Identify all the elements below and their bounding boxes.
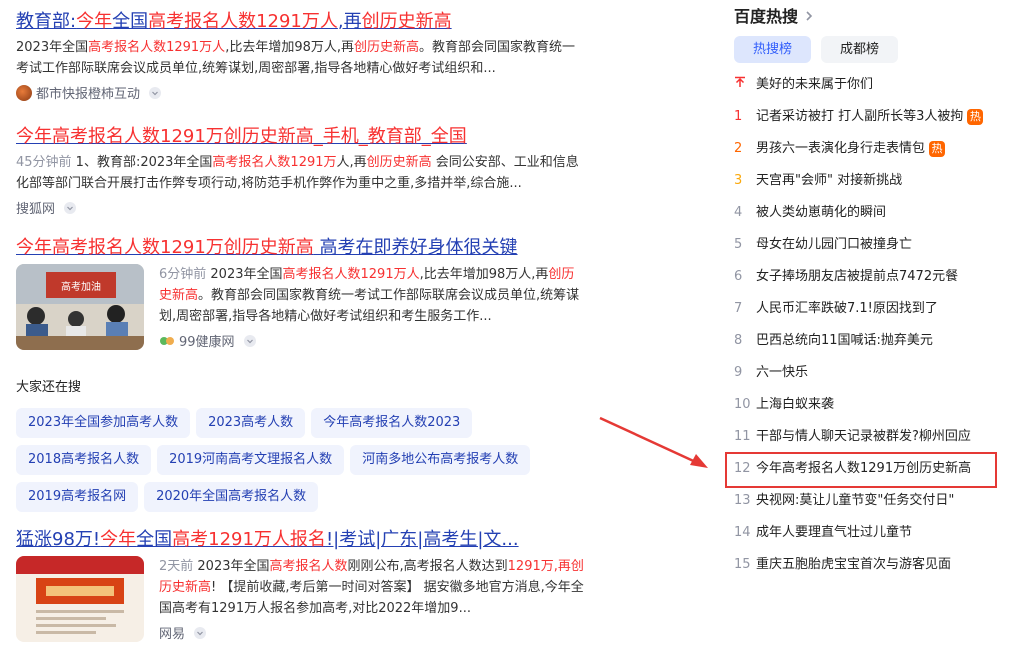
hot-item-text: 央视网:莫让儿童节变"任务交付日" xyxy=(756,493,955,508)
search-result-2: 今年高考报名人数1291万创历史新高_手机_教育部_全国 45分钟前 1、教育部… xyxy=(16,125,586,217)
health-logo-icon xyxy=(159,332,175,349)
hot-item-text: 巴西总统向11国喊话:抛弃美元 xyxy=(756,333,933,348)
rank-number: 9 xyxy=(734,365,743,380)
result-thumbnail[interactable]: 高考加油 xyxy=(16,264,144,350)
rank-number: 13 xyxy=(734,493,751,508)
hot-item[interactable]: 4 被人类幼崽萌化的瞬间 xyxy=(734,197,1014,229)
related-search-chip[interactable]: 2023高考人数 xyxy=(196,408,306,438)
result-title-link[interactable]: 今年高考报名人数1291万创历史新高_手机_教育部_全国 xyxy=(16,125,586,149)
result-source[interactable]: 99健康网 xyxy=(159,331,586,350)
rank-number: 14 xyxy=(734,525,751,540)
annotation-arrow-icon xyxy=(599,416,708,468)
hot-item-text: 六一快乐 xyxy=(756,365,809,380)
hot-item-text: 美好的未来属于你们 xyxy=(756,77,874,92)
result-thumbnail[interactable] xyxy=(16,556,144,642)
classroom-image: 高考加油 xyxy=(16,264,144,350)
source-name[interactable]: 网易 xyxy=(159,623,185,642)
rank-number: 8 xyxy=(734,333,743,348)
hot-search-panel: 百度热搜 热搜榜 成都榜 美好的未来属于你们 1 记者采访被打 打人副所长等3人被… xyxy=(734,2,1014,581)
annotation-highlight-box xyxy=(725,452,997,488)
hot-badge: 热 xyxy=(929,141,946,157)
hot-item-text: 男孩六一表演化身行走表情包 xyxy=(756,141,926,156)
hot-item[interactable]: 2 男孩六一表演化身行走表情包热 xyxy=(734,133,1014,165)
hot-item-text: 女子捧场朋友店被提前点7472元餐 xyxy=(756,269,959,284)
hot-item[interactable]: 13 央视网:莫让儿童节变"任务交付日" xyxy=(734,485,1014,517)
result-title-link[interactable]: 教育部:今年全国高考报名人数1291万人,再创历史新高 xyxy=(16,10,586,34)
hot-badge: 热 xyxy=(967,109,984,125)
hot-item[interactable]: 8 巴西总统向11国喊话:抛弃美元 xyxy=(734,325,1014,357)
rank-number: 1 xyxy=(734,109,743,124)
hot-item-text: 记者采访被打 打人副所长等3人被拘 xyxy=(756,109,964,124)
rank-number: 3 xyxy=(734,173,743,188)
source-name[interactable]: 搜狐网 xyxy=(16,198,55,217)
hot-item[interactable]: 1 记者采访被打 打人副所长等3人被拘热 xyxy=(734,101,1014,133)
hot-item-text: 天宫再"会师" 对接新挑战 xyxy=(756,173,903,188)
hot-item-text: 母女在幼儿园门口被撞身亡 xyxy=(756,237,913,252)
hot-item[interactable]: 9 六一快乐 xyxy=(734,357,1014,389)
result-abstract: 45分钟前 1、教育部:2023年全国高考报名人数1291万人,再创历史新高 会… xyxy=(16,155,579,191)
rank-number: 15 xyxy=(734,557,751,572)
search-result-3: 今年高考报名人数1291万创历史新高 高考在即养好身体很关键 高考加油 6分钟前… xyxy=(16,236,586,350)
rank-number: 5 xyxy=(734,237,743,252)
rank-number: 7 xyxy=(734,301,743,316)
related-search-chip[interactable]: 今年高考报名人数2023 xyxy=(311,408,473,438)
chip-row: 2018高考报名人数 2019河南高考文理报名人数 河南多地公布高考报考人数 xyxy=(16,445,576,482)
related-search-chip[interactable]: 2018高考报名人数 xyxy=(16,445,152,475)
pin-top-icon xyxy=(734,69,756,101)
chevron-down-icon[interactable] xyxy=(194,626,207,639)
search-result-1: 教育部:今年全国高考报名人数1291万人,再创历史新高 2023年全国高考报名人… xyxy=(16,10,586,102)
rank-number: 4 xyxy=(734,205,743,220)
hot-item[interactable]: 10 上海白蚁来袭 xyxy=(734,389,1014,421)
hot-item[interactable]: 7 人民币汇率跌破7.1!原因找到了 xyxy=(734,293,1014,325)
hot-search-tabs: 热搜榜 成都榜 xyxy=(734,36,1014,63)
hot-item[interactable]: 15 重庆五胞胎虎宝宝首次与游客见面 xyxy=(734,549,1014,581)
search-result-4: 猛涨98万!今年全国高考1291万人报名!|考试|广东|高考生|文... 2天前… xyxy=(16,528,586,642)
hot-search-title[interactable]: 百度热搜 xyxy=(734,2,798,32)
chevron-down-icon[interactable] xyxy=(243,334,256,347)
rank-number: 2 xyxy=(734,141,743,156)
hot-item[interactable]: 11 干部与情人聊天记录被群发?柳州回应 xyxy=(734,421,1014,453)
rank-number: 11 xyxy=(734,429,751,444)
rank-number: 6 xyxy=(734,269,743,284)
article-image xyxy=(16,556,144,642)
result-title-link[interactable]: 猛涨98万!今年全国高考1291万人报名!|考试|广东|高考生|文... xyxy=(16,528,586,552)
svg-text:高考加油: 高考加油 xyxy=(61,280,101,293)
chevron-down-icon[interactable] xyxy=(149,86,162,99)
hot-search-header[interactable]: 百度热搜 xyxy=(734,2,1014,32)
hot-item[interactable]: 14 成年人要理直气壮过儿童节 xyxy=(734,517,1014,549)
hot-item-text: 成年人要理直气壮过儿童节 xyxy=(756,525,913,540)
related-search-chip[interactable]: 河南多地公布高考报考人数 xyxy=(350,445,531,475)
rank-number: 10 xyxy=(734,397,751,412)
chevron-down-icon[interactable] xyxy=(64,201,77,214)
result-source[interactable]: 都市快报橙柿互动 xyxy=(16,83,586,102)
hot-item-text: 被人类幼崽萌化的瞬间 xyxy=(756,205,887,220)
hot-item[interactable]: 6 女子捧场朋友店被提前点7472元餐 xyxy=(734,261,1014,293)
related-search-chip[interactable]: 2019河南高考文理报名人数 xyxy=(157,445,345,475)
chip-row: 2019高考报名网 2020年全国高考报名人数 xyxy=(16,482,576,519)
tab-chengdu-list[interactable]: 成都榜 xyxy=(821,36,899,63)
related-search-chip[interactable]: 2019高考报名网 xyxy=(16,482,139,512)
hot-item-text: 干部与情人聊天记录被群发?柳州回应 xyxy=(756,429,971,444)
result-source[interactable]: 搜狐网 xyxy=(16,198,586,217)
chevron-right-icon[interactable] xyxy=(804,2,814,32)
result-title-link[interactable]: 今年高考报名人数1291万创历史新高 高考在即养好身体很关键 xyxy=(16,236,586,260)
result-source[interactable]: 网易 xyxy=(159,623,586,642)
also-search-chips: 2023年全国参加高考人数 2023高考人数 今年高考报名人数2023 2018高考… xyxy=(16,408,576,519)
also-search-heading: 大家还在搜 xyxy=(16,380,82,395)
hot-item-text: 人民币汇率跌破7.1!原因找到了 xyxy=(756,301,938,316)
related-search-chip[interactable]: 2023年全国参加高考人数 xyxy=(16,408,191,438)
source-name[interactable]: 都市快报橙柿互动 xyxy=(36,83,140,102)
chip-row: 2023年全国参加高考人数 2023高考人数 今年高考报名人数2023 xyxy=(16,408,576,445)
hot-search-list: 美好的未来属于你们 1 记者采访被打 打人副所长等3人被拘热 2 男孩六一表演化身行… xyxy=(734,69,1014,581)
hot-item-text: 上海白蚁来袭 xyxy=(756,397,835,412)
related-search-chip[interactable]: 2020年全国高考报名人数 xyxy=(144,482,319,512)
hot-item[interactable]: 美好的未来属于你们 xyxy=(734,69,1014,101)
source-logo-icon xyxy=(16,84,32,101)
hot-item[interactable]: 5 母女在幼儿园门口被撞身亡 xyxy=(734,229,1014,261)
tab-hot-list[interactable]: 热搜榜 xyxy=(734,36,812,63)
source-name[interactable]: 99健康网 xyxy=(179,331,235,350)
hot-item[interactable]: 3 天宫再"会师" 对接新挑战 xyxy=(734,165,1014,197)
result-abstract: 2023年全国高考报名人数1291万人,比去年增加98万人,再创历史新高。教育部… xyxy=(16,40,576,76)
hot-item-text: 重庆五胞胎虎宝宝首次与游客见面 xyxy=(756,557,952,572)
